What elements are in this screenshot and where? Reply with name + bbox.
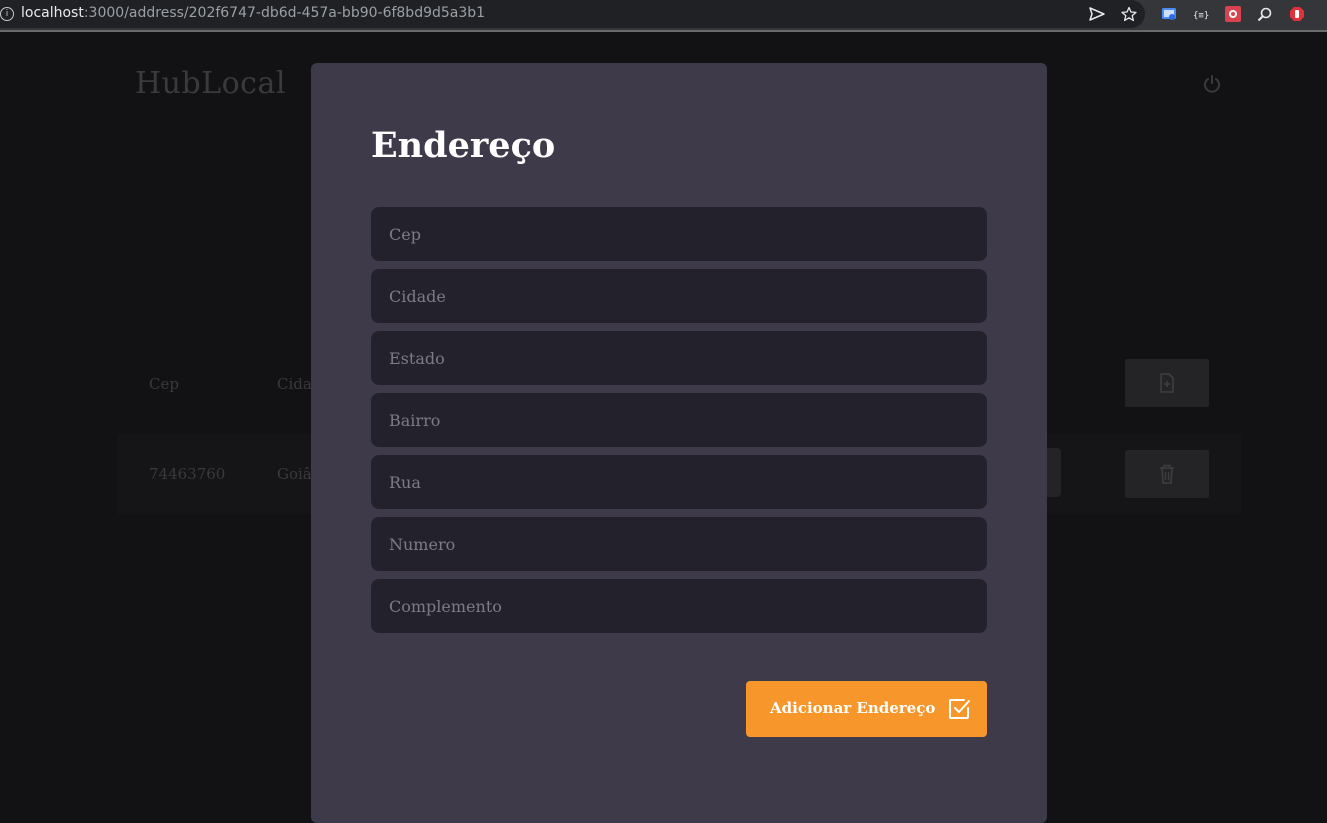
extension-red-icon[interactable] <box>1225 6 1241 22</box>
send-icon[interactable] <box>1089 6 1105 22</box>
file-plus-icon <box>1160 373 1174 393</box>
cidade-input[interactable] <box>371 269 987 323</box>
delete-address-button[interactable] <box>1125 450 1209 498</box>
table-cell-cep: 74463760 <box>149 465 226 483</box>
add-address-button-label: Adicionar Endereço <box>770 699 936 717</box>
table-header-cidade: Cida <box>277 375 312 393</box>
address-modal: Endereço Adicionar Endereço <box>311 63 1047 823</box>
extension-block-icon[interactable] <box>1289 6 1305 22</box>
url-text[interactable]: localhost:3000/address/202f6747-db6d-457… <box>21 5 485 21</box>
add-address-button[interactable]: Adicionar Endereço <box>746 681 987 737</box>
cep-input[interactable] <box>371 207 987 261</box>
app-logo[interactable]: HubLocal <box>135 66 286 101</box>
table-header-cep: Cep <box>149 375 179 393</box>
site-info-icon[interactable]: i <box>0 7 14 21</box>
url-host: localhost <box>21 5 84 21</box>
svg-text:{≡}: {≡} <box>1193 11 1209 21</box>
browser-toolbar: i localhost:3000/address/202f6747-db6d-4… <box>0 0 1327 30</box>
bookmark-star-icon[interactable] <box>1121 6 1137 22</box>
table-cell-cidade: Goiâ <box>277 465 312 483</box>
trash-icon <box>1160 464 1174 484</box>
numero-input[interactable] <box>371 517 987 571</box>
complemento-input[interactable] <box>371 579 987 633</box>
rua-input[interactable] <box>371 455 987 509</box>
url-path: :3000/address/202f6747-db6d-457a-bb90-6f… <box>83 5 486 21</box>
checkbox-check-icon <box>949 699 970 719</box>
address-bar[interactable]: i localhost:3000/address/202f6747-db6d-4… <box>0 0 1145 28</box>
logout-power-icon[interactable] <box>1202 74 1222 94</box>
modal-title: Endereço <box>371 125 556 166</box>
add-address-file-button[interactable] <box>1125 359 1209 407</box>
extension-screen-icon[interactable] <box>1161 6 1177 22</box>
bairro-input[interactable] <box>371 393 987 447</box>
extension-inspect-icon[interactable] <box>1257 6 1273 22</box>
estado-input[interactable] <box>371 331 987 385</box>
extension-json-icon[interactable]: {≡} <box>1193 6 1209 22</box>
